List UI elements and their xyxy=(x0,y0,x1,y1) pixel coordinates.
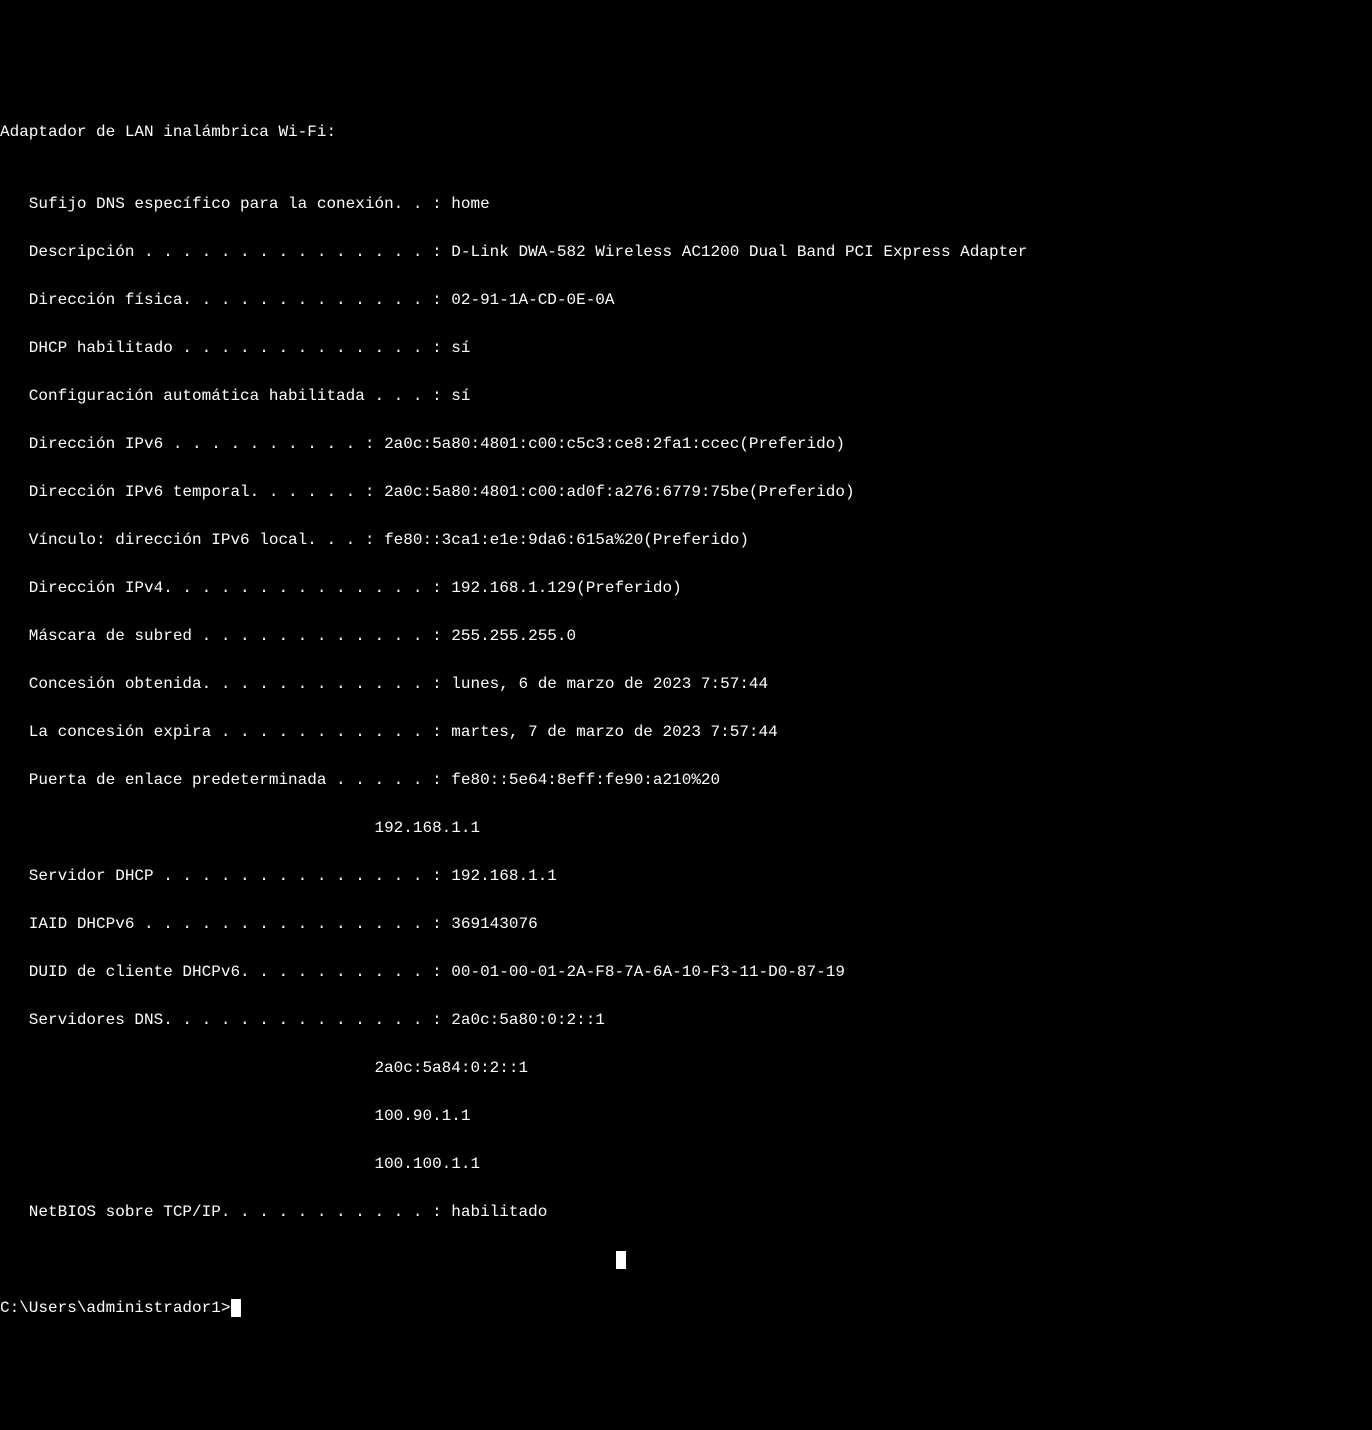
dns-suffix-line: Sufijo DNS específico para la conexión. … xyxy=(0,192,1372,216)
terminal-output[interactable]: Adaptador de LAN inalámbrica Wi-Fi: Sufi… xyxy=(0,96,1372,1344)
cursor-icon xyxy=(231,1299,241,1317)
ipv6-address-line: Dirección IPv6 . . . . . . . . . . : 2a0… xyxy=(0,432,1372,456)
prompt-line[interactable]: C:\Users\administrador1> xyxy=(0,1296,1372,1320)
dns-server-line-4: 100.100.1.1 xyxy=(0,1152,1372,1176)
dns-server-line-2: 2a0c:5a84:0:2::1 xyxy=(0,1056,1372,1080)
dhcp-server-line: Servidor DHCP . . . . . . . . . . . . . … xyxy=(0,864,1372,888)
ipv4-address-line: Dirección IPv4. . . . . . . . . . . . . … xyxy=(0,576,1372,600)
gateway-line-1: Puerta de enlace predeterminada . . . . … xyxy=(0,768,1372,792)
ipv6-temporal-line: Dirección IPv6 temporal. . . . . . : 2a0… xyxy=(0,480,1372,504)
netbios-line: NetBIOS sobre TCP/IP. . . . . . . . . . … xyxy=(0,1200,1372,1224)
blank-line-2 xyxy=(0,1248,1372,1272)
lease-obtained-line: Concesión obtenida. . . . . . . . . . . … xyxy=(0,672,1372,696)
lease-expires-line: La concesión expira . . . . . . . . . . … xyxy=(0,720,1372,744)
gateway-line-2: 192.168.1.1 xyxy=(0,816,1372,840)
dns-server-line-1: Servidores DNS. . . . . . . . . . . . . … xyxy=(0,1008,1372,1032)
ipv6-link-local-line: Vínculo: dirección IPv6 local. . . : fe8… xyxy=(0,528,1372,552)
iaid-line: IAID DHCPv6 . . . . . . . . . . . . . . … xyxy=(0,912,1372,936)
dns-server-line-3: 100.90.1.1 xyxy=(0,1104,1372,1128)
physical-address-line: Dirección física. . . . . . . . . . . . … xyxy=(0,288,1372,312)
adapter-header: Adaptador de LAN inalámbrica Wi-Fi: xyxy=(0,120,1372,144)
autoconfig-line: Configuración automática habilitada . . … xyxy=(0,384,1372,408)
description-line: Descripción . . . . . . . . . . . . . . … xyxy=(0,240,1372,264)
duid-line: DUID de cliente DHCPv6. . . . . . . . . … xyxy=(0,960,1372,984)
subnet-mask-line: Máscara de subred . . . . . . . . . . . … xyxy=(0,624,1372,648)
dhcp-enabled-line: DHCP habilitado . . . . . . . . . . . . … xyxy=(0,336,1372,360)
cursor-icon xyxy=(616,1251,626,1269)
prompt-text: C:\Users\administrador1> xyxy=(0,1299,230,1317)
